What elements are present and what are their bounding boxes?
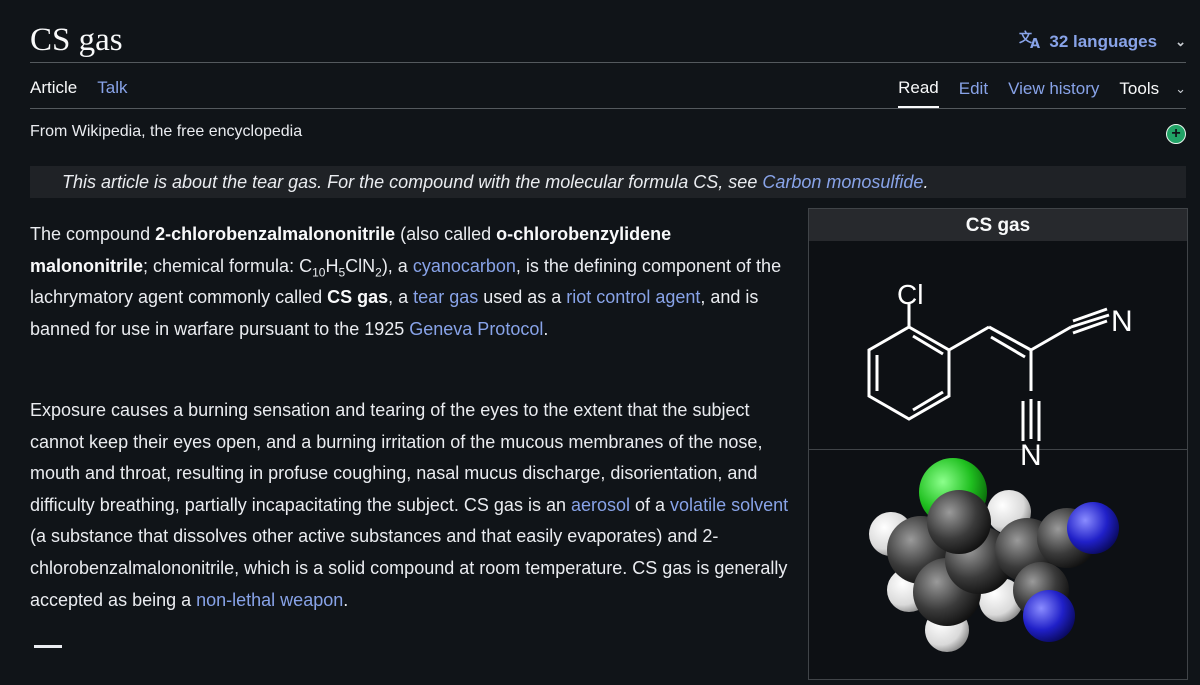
languages-label: 32 languages	[1049, 31, 1158, 51]
text: The compound	[30, 224, 156, 244]
link-riot-control-agent[interactable]: riot control agent	[566, 287, 700, 307]
subscript: 10	[312, 265, 326, 280]
atom-cl-label: Cl	[897, 279, 924, 310]
hatnote-text: This article is about the tear gas. For …	[62, 172, 763, 192]
infobox: CS gas Cl N N	[808, 208, 1188, 680]
page-title: CS gas	[30, 22, 123, 58]
section-heading-fragment	[34, 645, 62, 648]
atom-n-label: N	[1111, 305, 1133, 338]
tab-read[interactable]: Read	[898, 78, 939, 108]
site-tagline: From Wikipedia, the free encyclopedia	[30, 123, 303, 140]
hatnote-end: .	[923, 172, 929, 192]
text: used as a	[478, 287, 567, 308]
translate-icon: 文 A	[1019, 29, 1043, 54]
link-geneva-protocol[interactable]: Geneva Protocol	[409, 319, 543, 339]
bold-term: 2-chlorobenzalmalononitrile	[155, 224, 396, 244]
namespace-tabs: Article Talk	[30, 78, 127, 106]
tab-article[interactable]: Article	[30, 78, 77, 106]
tools-menu[interactable]: Tools ⌄	[1119, 79, 1186, 107]
chevron-down-icon: ⌄	[1175, 81, 1186, 96]
tools-label: Tools	[1119, 79, 1160, 98]
text: (a substance that dissolves other active…	[30, 526, 788, 610]
link-non-lethal-weapon[interactable]: non-lethal weapon	[196, 590, 343, 610]
text: ; chemical formula: C	[143, 255, 313, 276]
tab-edit[interactable]: Edit	[959, 79, 988, 107]
link-volatile-solvent[interactable]: volatile solvent	[670, 495, 788, 515]
structural-formula-image[interactable]: Cl N N	[809, 241, 1187, 472]
text: .	[543, 318, 549, 339]
divider	[30, 62, 1186, 63]
text: H	[325, 255, 339, 276]
text: , a	[388, 287, 414, 308]
text: .	[343, 589, 349, 610]
add-icon[interactable]: +	[1166, 124, 1186, 144]
hatnote-link[interactable]: Carbon monosulfide	[762, 172, 923, 192]
link-aerosol[interactable]: aerosol	[571, 495, 630, 515]
text: (also called	[395, 224, 497, 244]
text: ClN	[345, 255, 376, 276]
divider	[30, 108, 1186, 109]
view-tabs: Read Edit View history Tools ⌄	[898, 78, 1186, 108]
hatnote: This article is about the tear gas. For …	[30, 166, 1186, 198]
paragraph-exposure: Exposure causes a burning sensation and …	[30, 395, 790, 616]
text: of a	[630, 494, 671, 515]
tab-talk[interactable]: Talk	[97, 78, 127, 106]
tab-view-history[interactable]: View history	[1008, 79, 1099, 107]
svg-text:A: A	[1030, 37, 1040, 49]
bold-term: CS gas	[327, 287, 389, 308]
space-filling-model-image[interactable]	[809, 450, 1187, 680]
paragraph-intro: The compound 2-chlorobenzalmalononitrile…	[30, 219, 790, 345]
subscript: 2	[375, 265, 382, 280]
languages-button[interactable]: 文 A 32 languages ⌄	[1019, 29, 1186, 54]
infobox-title: CS gas	[809, 209, 1187, 241]
text: ), a	[381, 255, 413, 276]
link-tear-gas[interactable]: tear gas	[413, 287, 478, 307]
link-cyanocarbon[interactable]: cyanocarbon	[413, 256, 516, 276]
chevron-down-icon: ⌄	[1175, 33, 1186, 49]
